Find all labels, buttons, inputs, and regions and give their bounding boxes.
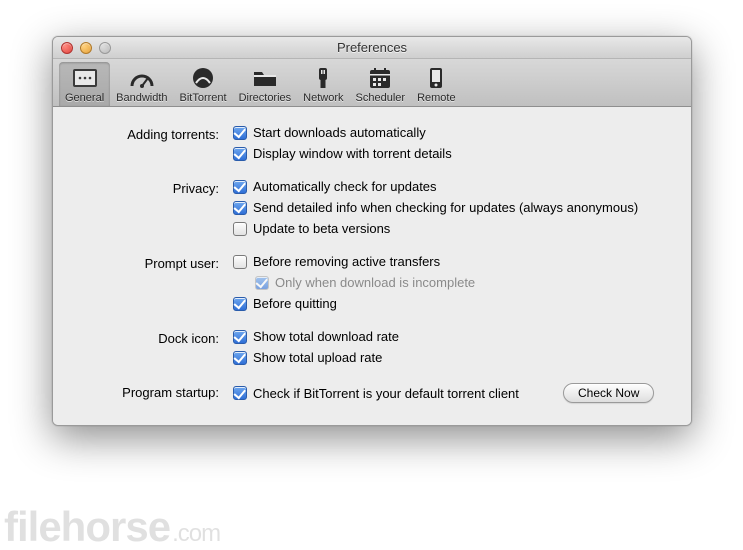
tab-label: Directories — [239, 92, 292, 104]
traffic-lights — [53, 42, 111, 54]
checkbox-label: Check if BitTorrent is your default torr… — [253, 386, 519, 401]
checkbox-label: Update to beta versions — [253, 221, 390, 236]
section-prompt-user: Prompt user: Before removing active tran… — [73, 254, 671, 311]
tab-network[interactable]: Network — [297, 62, 349, 106]
checkbox-label: Automatically check for updates — [253, 179, 437, 194]
checkbox-beta-versions[interactable] — [233, 222, 247, 236]
checkbox-label: Before quitting — [253, 296, 337, 311]
checkbox-label: Display window with torrent details — [253, 146, 452, 161]
tab-scheduler[interactable]: Scheduler — [350, 62, 412, 106]
tab-label: Remote — [417, 92, 456, 104]
preferences-window: Preferences General Bandwidth BitTorrent… — [52, 36, 692, 426]
remote-icon — [422, 66, 450, 90]
section-label: Prompt user: — [73, 254, 233, 271]
checkbox-label: Start downloads automatically — [253, 125, 426, 140]
checkbox-label: Show total download rate — [253, 329, 399, 344]
close-button[interactable] — [61, 42, 73, 54]
checkbox-label: Show total upload rate — [253, 350, 382, 365]
checkbox-check-updates[interactable] — [233, 180, 247, 194]
network-icon — [309, 66, 337, 90]
checkbox-start-downloads[interactable] — [233, 126, 247, 140]
checkbox-label: Only when download is incomplete — [275, 275, 475, 290]
zoom-button[interactable] — [99, 42, 111, 54]
tab-label: General — [65, 92, 104, 104]
preferences-content: Adding torrents: Start downloads automat… — [53, 107, 691, 425]
checkbox-label: Send detailed info when checking for upd… — [253, 200, 638, 215]
section-label: Privacy: — [73, 179, 233, 196]
tab-bandwidth[interactable]: Bandwidth — [110, 62, 173, 106]
checkbox-before-quitting[interactable] — [233, 297, 247, 311]
tab-label: Bandwidth — [116, 92, 167, 104]
bittorrent-icon — [189, 66, 217, 90]
check-now-button[interactable]: Check Now — [563, 383, 654, 403]
tab-bittorrent[interactable]: BitTorrent — [174, 62, 233, 106]
titlebar: Preferences — [53, 37, 691, 59]
section-program-startup: Program startup: Check if BitTorrent is … — [73, 383, 671, 403]
window-title: Preferences — [53, 40, 691, 55]
scheduler-icon — [366, 66, 394, 90]
tab-directories[interactable]: Directories — [233, 62, 298, 106]
general-icon — [71, 66, 99, 90]
checkbox-display-window[interactable] — [233, 147, 247, 161]
tab-general[interactable]: General — [59, 62, 110, 106]
checkbox-label: Before removing active transfers — [253, 254, 440, 269]
watermark-brand: filehorse — [4, 503, 170, 550]
section-label: Adding torrents: — [73, 125, 233, 142]
tab-label: Network — [303, 92, 343, 104]
checkbox-default-client[interactable] — [233, 386, 247, 400]
bandwidth-icon — [128, 66, 156, 90]
directories-icon — [251, 66, 279, 90]
checkbox-show-upload-rate[interactable] — [233, 351, 247, 365]
checkbox-show-download-rate[interactable] — [233, 330, 247, 344]
tab-remote[interactable]: Remote — [411, 62, 462, 106]
preferences-toolbar: General Bandwidth BitTorrent Directories… — [53, 59, 691, 107]
section-label: Dock icon: — [73, 329, 233, 346]
tab-label: BitTorrent — [180, 92, 227, 104]
checkbox-only-incomplete — [255, 276, 269, 290]
section-dock-icon: Dock icon: Show total download rate Show… — [73, 329, 671, 365]
tab-label: Scheduler — [356, 92, 406, 104]
section-adding-torrents: Adding torrents: Start downloads automat… — [73, 125, 671, 161]
section-label: Program startup: — [73, 383, 233, 400]
watermark: filehorse.com — [4, 506, 220, 548]
section-privacy: Privacy: Automatically check for updates… — [73, 179, 671, 236]
watermark-domain: .com — [172, 520, 220, 547]
checkbox-send-detailed-info[interactable] — [233, 201, 247, 215]
minimize-button[interactable] — [80, 42, 92, 54]
checkbox-before-removing[interactable] — [233, 255, 247, 269]
